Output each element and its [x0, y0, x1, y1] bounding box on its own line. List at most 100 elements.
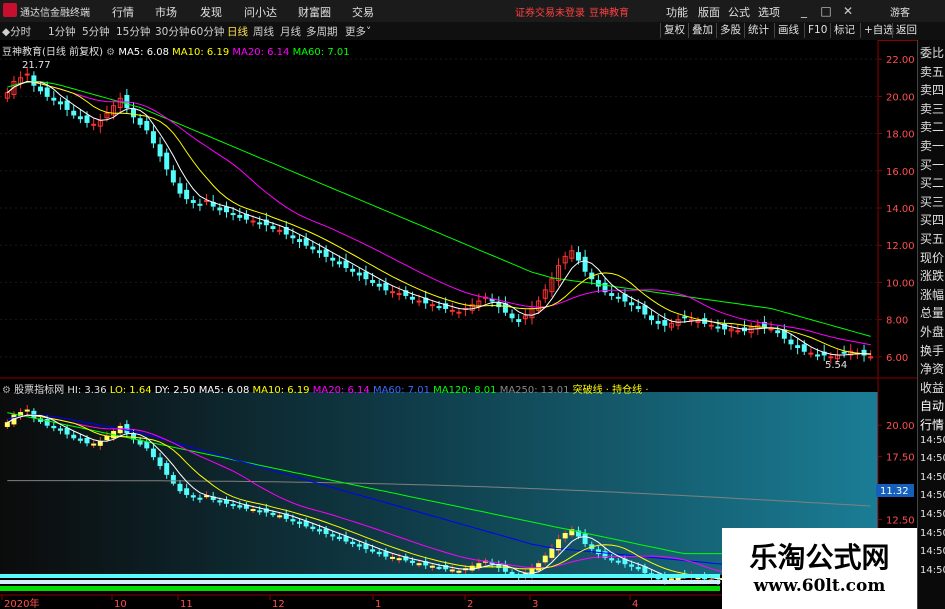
- tab-tick[interactable]: ◆分时: [2, 24, 31, 39]
- chart-area[interactable]: 22.00 20.00 18.00 16.00 14.00 12.00 10.00 8.00 6…: [0, 40, 917, 609]
- adjust-button[interactable]: 复权: [660, 23, 688, 38]
- candle-body: [303, 238, 309, 246]
- menu-ask[interactable]: 问小达: [244, 4, 277, 20]
- menu-layout[interactable]: 版面: [698, 4, 720, 20]
- sub-candle-body: [170, 475, 176, 484]
- mark-button[interactable]: 标记: [830, 23, 858, 38]
- candle-body: [516, 319, 522, 322]
- x-axis-label: 12: [272, 599, 285, 609]
- main-y-tick-label: 10.00: [886, 278, 915, 289]
- candle-body: [150, 131, 156, 144]
- site-watermark: 乐淘公式网 www.60lt.com: [722, 528, 917, 609]
- candle-body: [788, 339, 794, 345]
- menu-trade[interactable]: 交易: [352, 4, 374, 20]
- app-logo-icon: [3, 3, 17, 17]
- draw-button[interactable]: 画线: [774, 23, 802, 38]
- candle-body: [376, 283, 382, 287]
- tab-weekly[interactable]: 周线: [253, 24, 274, 39]
- tab-15min[interactable]: 15分钟: [116, 24, 150, 39]
- quote-field: 14:50: [920, 471, 945, 483]
- tab-monthly[interactable]: 月线: [280, 24, 301, 39]
- candle-body: [137, 118, 143, 125]
- sub-candle-body: [237, 505, 243, 508]
- sub-candle-body: [57, 428, 63, 431]
- candle-body: [51, 97, 57, 101]
- candle-body: [197, 203, 203, 206]
- login-notice[interactable]: 证券交易未登录: [515, 4, 585, 19]
- f10-button[interactable]: F10: [804, 23, 830, 38]
- sub-gear-icon[interactable]: ⚙: [2, 385, 11, 396]
- sub-candle-body: [629, 564, 635, 567]
- sub-candle-body: [416, 563, 422, 566]
- maximize-icon[interactable]: □: [818, 3, 834, 19]
- legend-lo: LO: 1.64: [109, 385, 152, 396]
- tab-1min[interactable]: 1分钟: [48, 24, 76, 39]
- candle-body: [715, 326, 721, 329]
- tab-more[interactable]: 更多˅: [345, 24, 371, 39]
- candle-body: [84, 115, 90, 123]
- tab-30min[interactable]: 30分钟: [155, 24, 189, 39]
- quote-field: 14:50: [920, 546, 945, 558]
- tab-60min[interactable]: 60分钟: [190, 24, 224, 39]
- candle-body: [177, 183, 183, 194]
- quote-field: 卖二: [920, 120, 945, 135]
- menu-discover[interactable]: 发现: [200, 4, 222, 20]
- candle-body: [642, 305, 648, 315]
- candle-body: [575, 252, 581, 261]
- candle-body: [649, 315, 655, 321]
- sub-candle-body: [390, 556, 396, 559]
- candle-body: [662, 320, 668, 326]
- settings-gear-icon[interactable]: ⚙: [106, 47, 115, 58]
- menu-formula[interactable]: 公式: [728, 4, 750, 20]
- overlay-button[interactable]: 叠加: [688, 23, 716, 38]
- sub-candle-body: [144, 441, 150, 449]
- sub-candle-body: [356, 544, 362, 547]
- candle-body: [595, 280, 601, 287]
- quote-field: 14:50: [920, 509, 945, 520]
- tab-daily[interactable]: 日线: [227, 24, 248, 39]
- candle-body: [38, 86, 44, 92]
- multi-stock-button[interactable]: 多股: [716, 23, 744, 38]
- quote-field: 卖一: [920, 139, 945, 153]
- close-icon[interactable]: ✕: [840, 3, 856, 19]
- quote-field: 买一: [920, 157, 945, 172]
- candle-body: [582, 256, 588, 272]
- sub-candle-body: [310, 526, 316, 529]
- candle-body: [390, 291, 396, 294]
- sub-candle-body: [84, 437, 90, 444]
- sub-candle-body: [396, 558, 402, 561]
- sub-candle-body: [336, 536, 342, 540]
- candle-body: [217, 207, 223, 211]
- tab-multi-period[interactable]: 多周期: [306, 24, 338, 39]
- candle-body: [409, 296, 415, 300]
- menu-wealth[interactable]: 财富圈: [298, 4, 331, 20]
- menu-markets[interactable]: 市场: [155, 4, 177, 20]
- sub-candle-body: [542, 555, 548, 563]
- x-axis-label: 4: [632, 599, 638, 609]
- candle-body: [297, 239, 303, 242]
- guest-login[interactable]: 游客: [890, 4, 910, 19]
- stats-button[interactable]: 统计: [744, 23, 772, 38]
- menu-function[interactable]: 功能: [666, 4, 688, 20]
- sub-candle-body: [184, 488, 190, 495]
- minimize-icon[interactable]: _: [796, 3, 812, 19]
- candle-body: [635, 306, 641, 309]
- menu-bar: 通达信金融终端 行情 市场 发现 问小达 财富圈 交易 证券交易未登录 豆神教育…: [0, 0, 945, 23]
- brand-link[interactable]: 豆神教育: [589, 4, 629, 19]
- menu-market[interactable]: 行情: [112, 4, 134, 20]
- legend-sub-ma5: MA5: 6.08: [198, 385, 250, 396]
- quote-field: 买二: [920, 176, 945, 191]
- menu-options[interactable]: 选项: [758, 4, 780, 20]
- candle-body: [456, 311, 462, 314]
- candle-body: [356, 272, 362, 276]
- sub-candle-body: [277, 515, 283, 518]
- back-button[interactable]: 返回: [892, 23, 920, 38]
- quote-field: 买三: [920, 194, 945, 209]
- sub-candle-body: [217, 500, 223, 503]
- tab-5min[interactable]: 5分钟: [82, 24, 110, 39]
- candle-body: [157, 144, 163, 157]
- sub-candle-body: [51, 425, 57, 429]
- candle-body: [363, 271, 369, 280]
- sub-y-tick-label: 12.50: [886, 516, 915, 527]
- legend-hi: HI: 3.36: [67, 385, 107, 396]
